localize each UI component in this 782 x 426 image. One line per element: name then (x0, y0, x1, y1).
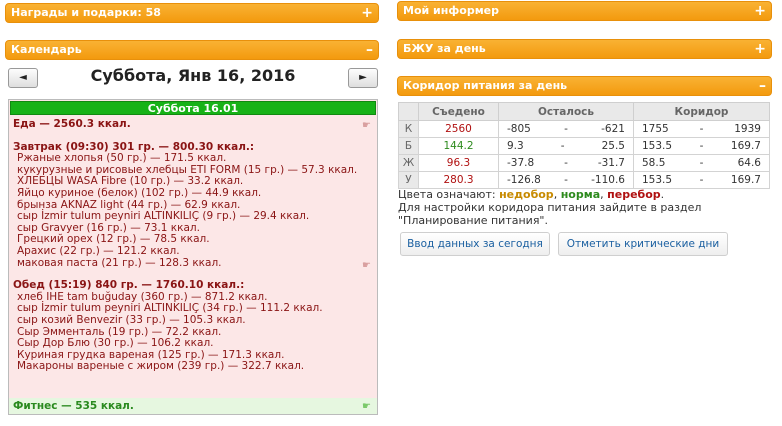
enter-today-data-button[interactable]: Ввод данных за сегодня (400, 232, 550, 256)
next-day-button[interactable]: ► (348, 68, 378, 88)
day-diary: Суббота 16.01 ☛ ☛ Еда — 2560.3 ккал. Зав… (8, 99, 378, 415)
awards-header[interactable]: Награды и подарки: 58 + (5, 3, 379, 23)
left-sep: - (560, 140, 565, 152)
legend-prefix: Цвета означают: (398, 188, 496, 201)
expand-icon[interactable]: + (361, 4, 373, 22)
eaten-value: 96.3 (418, 154, 499, 172)
corridor-min: 153.5 (642, 174, 673, 186)
col-left: Осталось (498, 102, 634, 121)
col-corridor: Коридор (633, 102, 770, 121)
day-content: Еда — 2560.3 ккал. Завтрак (09:30) 301 г… (9, 116, 377, 376)
list-item: Яйцо куриное (белок) (102 гр.) — 44.9 кк… (17, 186, 262, 199)
corridor-max: 64.6 (737, 157, 761, 169)
corridor-sep: - (699, 123, 704, 135)
left-max: -621 (601, 123, 625, 135)
left-cell: -805 - -621 (498, 120, 634, 138)
day-bar[interactable]: Суббота 16.01 (10, 101, 376, 115)
corridor-sep: - (699, 174, 704, 186)
calendar-header[interactable]: Календарь – (5, 40, 379, 60)
awards-title: Награды и подарки: 58 (11, 6, 161, 19)
table-row: К 2560 -805 - -621 1755 - 1939 (398, 120, 770, 138)
lunch-header[interactable]: Обед (15:19) 840 гр. — 1760.10 ккал.: (13, 280, 373, 292)
left-sep: - (564, 123, 568, 135)
edit-icon[interactable]: ☛ (362, 120, 371, 131)
col-eaten: Съедено (418, 102, 499, 121)
table-row: У 280.3 -126.8 - -110.6 153.5 - 169.7 (398, 171, 770, 189)
left-cell: -37.8 - -31.7 (498, 154, 634, 172)
table-row: Ж 96.3 -37.8 - -31.7 58.5 - 64.6 (398, 154, 770, 172)
bju-header[interactable]: БЖУ за день + (397, 39, 772, 59)
bju-title: БЖУ за день (403, 42, 486, 55)
fitness-icon[interactable]: ☛ (362, 401, 371, 412)
corridor-header[interactable]: Коридор питания за день – (397, 76, 772, 96)
corridor-hint: Для настройки коридора питания зайдите в… (398, 201, 702, 227)
corridor-min: 153.5 (642, 140, 673, 152)
informer-title: Мой информер (403, 4, 500, 17)
expand-icon[interactable]: + (754, 40, 766, 58)
legend-end: . (660, 188, 665, 201)
left-min: 9.3 (507, 140, 524, 152)
left-cell: -126.8 - -110.6 (498, 171, 634, 189)
legend-under: недобор (499, 188, 554, 201)
row-label: Б (398, 137, 419, 155)
corridor-cell: 58.5 - 64.6 (633, 154, 770, 172)
corridor-min: 1755 (642, 123, 669, 135)
list-item: сыр İzmir tulum peyniri ALTINKILIÇ (9 гр… (17, 210, 310, 223)
list-item: Арахис (22 гр.) — 121.2 ккал. (17, 244, 180, 257)
left-min: -805 (507, 123, 531, 135)
corridor-sep: - (699, 157, 704, 169)
row-label: К (398, 120, 419, 138)
left-sep: - (564, 174, 568, 186)
corridor-cell: 153.5 - 169.7 (633, 171, 770, 189)
legend-over: перебор (607, 188, 661, 201)
expand-icon[interactable]: + (754, 2, 766, 20)
mark-critical-days-button[interactable]: Отметить критические дни (558, 232, 728, 256)
fitness-total: Фитнес — 535 ккал. (9, 398, 377, 414)
left-max: -31.7 (597, 157, 625, 169)
list-item: Макароны вареные с жиром (239 гр.) — 322… (17, 360, 305, 373)
list-item: маковая паста (21 гр.) — 128.3 ккал. (17, 256, 222, 269)
left-min: -126.8 (507, 174, 541, 186)
eaten-value: 280.3 (418, 171, 499, 189)
calendar-date-title: Суббота, Янв 16, 2016 (90, 66, 296, 85)
corridor-sep: - (699, 140, 704, 152)
table-corner (398, 102, 419, 121)
left-max: 25.5 (601, 140, 625, 152)
collapse-icon[interactable]: – (366, 41, 373, 59)
corridor-table: Съедено Осталось Коридор К 2560 -805 - -62… (398, 102, 770, 189)
corridor-max: 1939 (734, 123, 761, 135)
left-sep: - (564, 157, 568, 169)
legend-line: Цвета означают: недобор, норма, перебор. (398, 188, 770, 201)
corridor-min: 58.5 (642, 157, 666, 169)
corridor-cell: 153.5 - 169.7 (633, 137, 770, 155)
corridor-max: 169.7 (730, 174, 761, 186)
left-max: -110.6 (591, 174, 625, 186)
legend-norm: норма (560, 188, 601, 201)
row-label: У (398, 171, 419, 189)
row-label: Ж (398, 154, 419, 172)
calendar-title: Календарь (11, 43, 82, 56)
eaten-value: 2560 (418, 120, 499, 138)
list-item: Сыр Дор Блю (30 гр.) — 106.2 ккал. (17, 337, 214, 350)
corridor-max: 169.7 (730, 140, 761, 152)
prev-day-button[interactable]: ◄ (8, 68, 38, 88)
corridor-cell: 1755 - 1939 (633, 120, 770, 138)
legend-sep: , (553, 188, 558, 201)
food-total: Еда — 2560.3 ккал. (13, 118, 131, 130)
table-row: Б 144.2 9.3 - 25.5 153.5 - 169.7 (398, 137, 770, 155)
left-cell: 9.3 - 25.5 (498, 137, 634, 155)
edit-icon[interactable]: ☛ (362, 260, 371, 271)
informer-header[interactable]: Мой информер + (397, 1, 772, 21)
eaten-value: 144.2 (418, 137, 499, 155)
collapse-icon[interactable]: – (759, 77, 766, 95)
list-item: сыр козий Benvezir (33 гр.) — 105.3 ккал… (17, 313, 246, 326)
color-legend: Цвета означают: недобор, норма, перебор.… (398, 188, 770, 227)
legend-sep: , (600, 188, 604, 201)
left-min: -37.8 (507, 157, 535, 169)
corridor-title: Коридор питания за день (403, 79, 568, 92)
